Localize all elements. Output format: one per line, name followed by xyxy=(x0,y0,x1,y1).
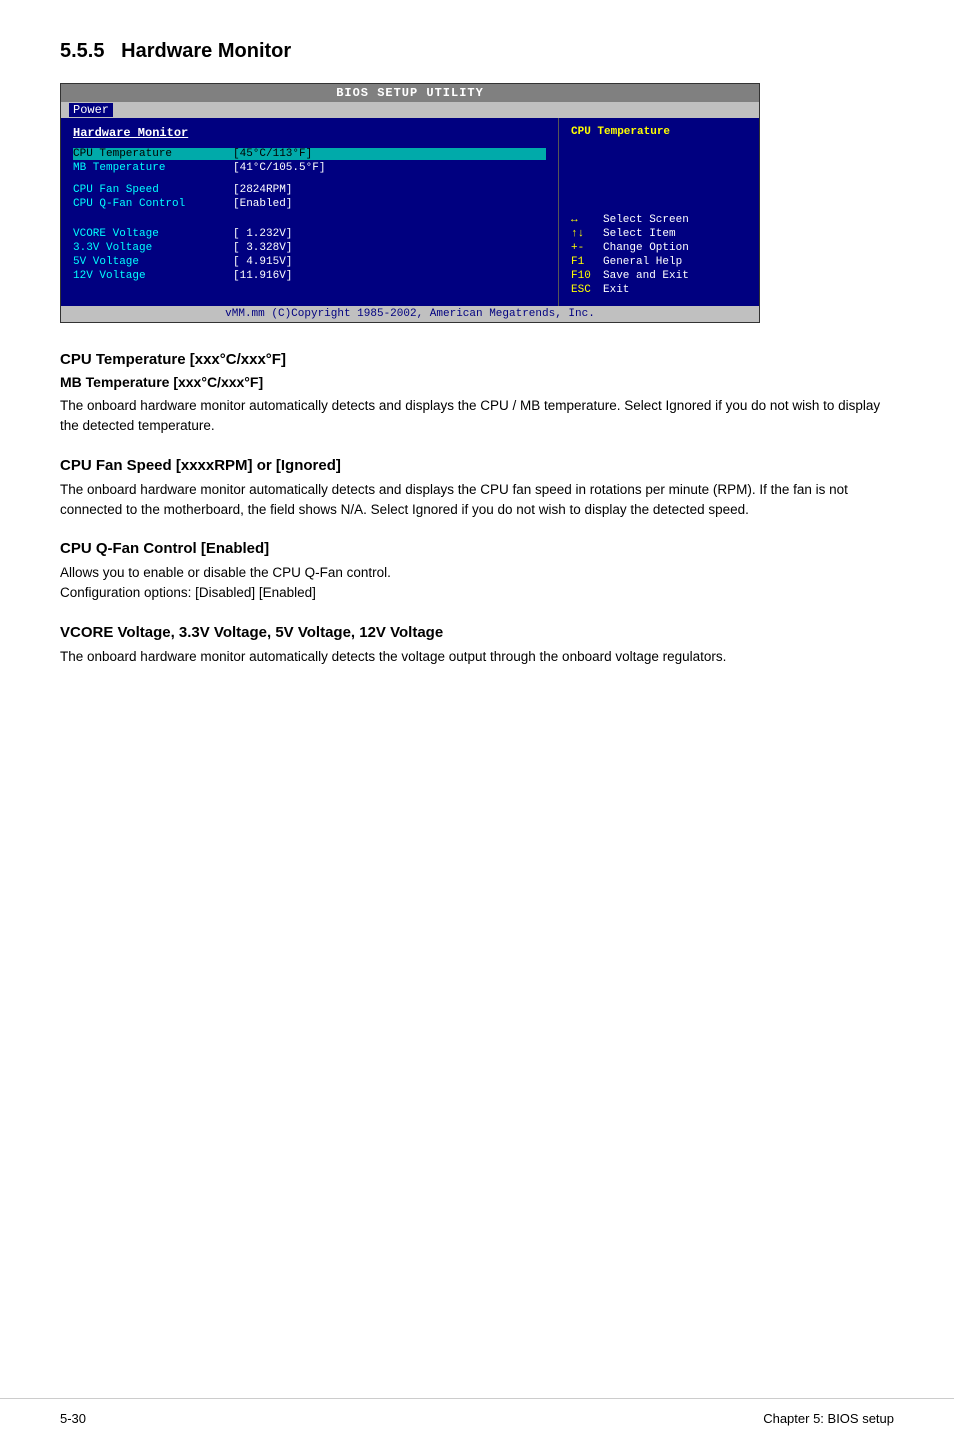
subsection-title-qfan: CPU Q-Fan Control [Enabled] xyxy=(60,540,894,557)
bios-row-3v3: 3.3V Voltage [ 3.328V] xyxy=(73,242,546,254)
bios-left-title: Hardware Monitor xyxy=(73,126,546,140)
bios-value-12v: [11.916V] xyxy=(233,270,292,282)
bios-label-12v: 12V Voltage xyxy=(73,270,233,282)
bios-label-mb-temp: MB Temperature xyxy=(73,162,233,174)
bios-menu-power: Power xyxy=(69,103,113,117)
bios-right-title: CPU Temperature xyxy=(571,126,747,138)
section-voltages: VCORE Voltage, 3.3V Voltage, 5V Voltage,… xyxy=(60,624,894,667)
bios-value-mb-temp: [41°C/105.5°F] xyxy=(233,162,325,174)
section-cpu-fan-speed: CPU Fan Speed [xxxxRPM] or [Ignored] The… xyxy=(60,457,894,521)
bios-value-cpu-temp: [45°C/113°F] xyxy=(233,148,312,160)
bios-key-row-item: ↑↓ Select Item xyxy=(571,228,747,240)
section-header: 5.5.5 Hardware Monitor xyxy=(60,40,894,63)
bios-label-cpu-temp: CPU Temperature xyxy=(73,148,233,160)
bios-row-qfan: CPU Q-Fan Control [Enabled] xyxy=(73,198,546,210)
bios-title-bar: BIOS SETUP UTILITY xyxy=(61,84,759,102)
bios-row-vcore: VCORE Voltage [ 1.232V] xyxy=(73,228,546,240)
section-cpu-temp: CPU Temperature [xxx°C/xxx°F] MB Tempera… xyxy=(60,351,894,437)
bios-row-12v: 12V Voltage [11.916V] xyxy=(73,270,546,282)
bios-label-5v: 5V Voltage xyxy=(73,256,233,268)
footer-chapter: Chapter 5: BIOS setup xyxy=(763,1411,894,1426)
bios-key-row-help: F1 General Help xyxy=(571,256,747,268)
section-title: 5.5.5 Hardware Monitor xyxy=(60,40,894,63)
body-text-qfan: Allows you to enable or disable the CPU … xyxy=(60,563,894,604)
bios-value-fan-speed: [2824RPM] xyxy=(233,184,292,196)
body-text-temp: The onboard hardware monitor automatical… xyxy=(60,396,894,437)
subsection-title-cpu-temp: CPU Temperature [xxx°C/xxx°F] xyxy=(60,351,894,368)
section-qfan: CPU Q-Fan Control [Enabled] Allows you t… xyxy=(60,540,894,604)
bios-left-panel: Hardware Monitor CPU Temperature [45°C/1… xyxy=(61,118,559,306)
bios-value-vcore: [ 1.232V] xyxy=(233,228,292,240)
bios-label-3v3: 3.3V Voltage xyxy=(73,242,233,254)
bios-key-row-screen: ↔ Select Screen xyxy=(571,214,747,226)
body-text-fan-speed: The onboard hardware monitor automatical… xyxy=(60,480,894,521)
page-footer: 5-30 Chapter 5: BIOS setup xyxy=(0,1398,954,1438)
bios-value-5v: [ 4.915V] xyxy=(233,256,292,268)
bios-label-fan-speed: CPU Fan Speed xyxy=(73,184,233,196)
bios-screenshot: BIOS SETUP UTILITY Power Hardware Monito… xyxy=(60,83,760,323)
footer-page-number: 5-30 xyxy=(60,1411,86,1426)
body-text-voltages: The onboard hardware monitor automatical… xyxy=(60,647,894,667)
bios-menu-bar: Power xyxy=(61,102,759,118)
subsection-title-fan-speed: CPU Fan Speed [xxxxRPM] or [Ignored] xyxy=(60,457,894,474)
bios-label-qfan: CPU Q-Fan Control xyxy=(73,198,233,210)
bios-keys: ↔ Select Screen ↑↓ Select Item +- Change… xyxy=(571,214,747,296)
bios-row-5v: 5V Voltage [ 4.915V] xyxy=(73,256,546,268)
bios-value-3v3: [ 3.328V] xyxy=(233,242,292,254)
bios-value-qfan: [Enabled] xyxy=(233,198,292,210)
bios-key-row-option: +- Change Option xyxy=(571,242,747,254)
subsection-title-mb-temp: MB Temperature [xxx°C/xxx°F] xyxy=(60,374,894,390)
bios-row-mb-temp: MB Temperature [41°C/105.5°F] xyxy=(73,162,546,174)
bios-footer: vMM.mm (C)Copyright 1985-2002, American … xyxy=(61,306,759,322)
bios-row-fan-speed: CPU Fan Speed [2824RPM] xyxy=(73,184,546,196)
bios-row-cpu-temp: CPU Temperature [45°C/113°F] xyxy=(73,148,546,160)
bios-content-area: Hardware Monitor CPU Temperature [45°C/1… xyxy=(61,118,759,306)
subsection-title-voltages: VCORE Voltage, 3.3V Voltage, 5V Voltage,… xyxy=(60,624,894,641)
bios-label-vcore: VCORE Voltage xyxy=(73,228,233,240)
bios-key-row-save: F10 Save and Exit xyxy=(571,270,747,282)
bios-right-panel: CPU Temperature ↔ Select Screen ↑↓ Selec… xyxy=(559,118,759,306)
bios-key-row-esc: ESC Exit xyxy=(571,284,747,296)
